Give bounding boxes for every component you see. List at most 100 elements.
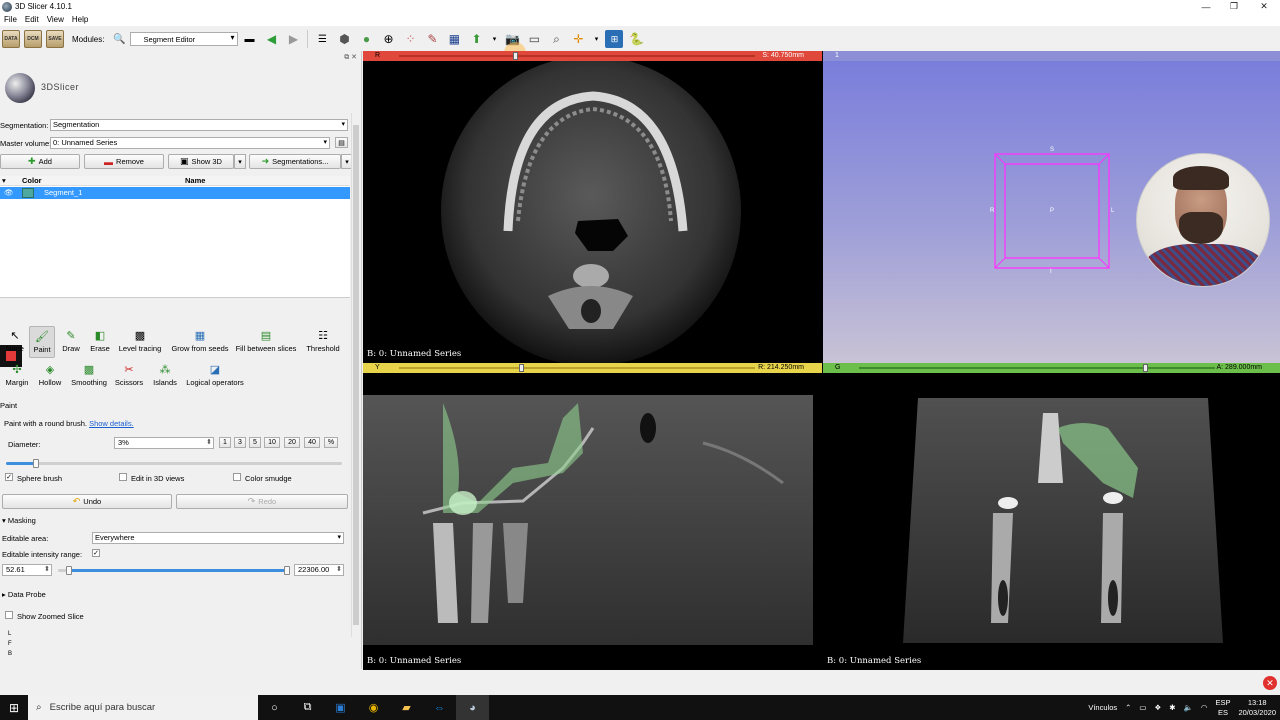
back-arrow-icon[interactable]: ◀ [262,30,280,48]
volume-icon[interactable]: 🔈 [1184,703,1193,712]
yellow-slice-slider[interactable] [399,367,755,369]
editor-module-icon[interactable]: ✎ [423,30,441,48]
transforms-module-icon[interactable]: ⊕ [379,30,397,48]
crosshair-dropdown-icon[interactable]: ⬆ [467,30,485,48]
add-segment-button[interactable]: ✚ Add [0,154,80,169]
data-probe-header[interactable]: ▸ Data Probe [2,590,46,599]
markups-module-icon[interactable]: ⁘ [401,30,419,48]
dropbox-icon[interactable]: ❖ [1155,703,1162,712]
edit-3d-checkbox[interactable] [119,473,127,481]
red-slice-slider[interactable] [399,55,755,57]
effect-threshold[interactable]: ☷ Threshold [303,326,343,358]
sphere-brush-checkbox[interactable]: ✓ [5,473,13,481]
effect-logical-operators[interactable]: ◪ Logical operators [185,360,245,392]
effect-hollow[interactable]: ◈ Hollow [36,360,64,392]
diameter-preset-10[interactable]: 10 [264,437,280,448]
panel-scrollbar-thumb[interactable] [353,125,359,625]
menu-file[interactable]: File [4,15,17,24]
wifi-icon[interactable]: ◠ [1201,703,1208,712]
load-data-button[interactable]: DATA [2,30,20,48]
color-smudge-checkbox[interactable] [233,473,241,481]
panel-scrollbar[interactable] [351,113,360,637]
effect-margin[interactable]: ✣ Margin [3,360,31,392]
cortana-icon[interactable]: ○ [258,695,291,720]
effect-smoothing[interactable]: ▩ Smoothing [69,360,109,392]
diameter-preset-1[interactable]: 1 [219,437,231,448]
effect-none[interactable]: ↖ None [3,326,27,358]
network-icon[interactable]: ▭ [1139,703,1146,712]
data-module-icon[interactable]: ☰ [313,30,331,48]
file-explorer-icon[interactable]: ▰ [390,695,423,720]
segmentations-button[interactable]: ➜ Segmentations... [249,154,341,169]
range-max-handle[interactable] [284,566,290,575]
show-3d-button[interactable]: ▣ Show 3D [168,154,234,169]
diameter-preset-5[interactable]: 5 [249,437,261,448]
models-module-icon[interactable]: ● [357,30,375,48]
show-3d-dropdown-chevron-icon[interactable]: ▾ [234,154,246,169]
minimize-button[interactable]: — [1191,0,1221,13]
green-slice-view[interactable]: B: 0: Unnamed Series [823,373,1280,670]
intensity-range-checkbox[interactable]: ✓ [92,549,100,557]
diameter-preset-3[interactable]: 3 [234,437,246,448]
red-slice-view[interactable]: B: 0: Unnamed Series [363,61,822,363]
red-slice-handle[interactable] [513,52,518,60]
menu-edit[interactable]: Edit [25,15,39,24]
scene-view-icon[interactable]: ▭ [525,30,543,48]
yellow-slice-controller[interactable]: Y R: 214.250mm [363,363,822,373]
save-button[interactable]: SAVE [46,30,64,48]
input-language[interactable]: ESP ES [1215,698,1230,718]
effect-scissors[interactable]: ✂ Scissors [114,360,144,392]
effect-grow-from-seeds[interactable]: ▦ Grow from seeds [169,326,231,358]
chevron-down-icon[interactable]: ▾ [591,30,601,48]
green-slice-handle[interactable] [1143,364,1148,372]
slicer-taskbar-icon[interactable]: ◕ [456,695,489,720]
effect-islands[interactable]: ⁂ Islands [150,360,180,392]
effect-fill-between-slices[interactable]: ▤ Fill between slices [234,326,298,358]
python-console-icon[interactable]: 🐍 [627,30,645,48]
undo-button[interactable]: ↶ Undo [2,494,172,509]
module-history-icon[interactable]: ▬ [240,30,258,48]
green-slice-slider[interactable] [859,367,1215,369]
green-slice-controller[interactable]: G A: 289.000mm [823,363,1280,373]
red-slice-controller[interactable]: R S: 40.750mm [363,51,822,61]
master-volume-selector[interactable]: 0: Unnamed Series [50,137,330,149]
eye-icon[interactable]: 👁 [4,188,14,197]
remove-segment-button[interactable]: ▬ Remove [84,154,164,169]
range-max-spinbox[interactable]: 22306.00 [294,564,344,576]
chevron-down-icon[interactable]: ▾ [489,30,499,48]
layout-icon[interactable]: ▦ [445,30,463,48]
close-button[interactable]: ✕ [1249,0,1279,13]
chevron-up-icon[interactable]: ⌃ [1125,703,1131,712]
teamviewer-icon[interactable]: ⇔ [423,695,456,720]
bluetooth-icon[interactable]: ✱ [1169,703,1175,712]
module-search-icon[interactable]: 🔍 [110,30,128,48]
diameter-preset-20[interactable]: 20 [284,437,300,448]
name-column-header[interactable]: Name [185,176,205,185]
collapse-arrow-icon[interactable]: ▾ [2,176,6,185]
diameter-slider-handle[interactable] [33,459,39,468]
diameter-spinbox[interactable]: 3% [114,437,214,449]
show-zoomed-checkbox[interactable] [5,611,13,619]
diameter-preset-40[interactable]: 40 [304,437,320,448]
diameter-percent-toggle[interactable]: % [324,437,338,448]
range-min-spinbox[interactable]: 52.61 [2,564,52,576]
range-min-handle[interactable] [66,566,72,575]
outlook-icon[interactable]: ▣ [324,695,357,720]
module-selector[interactable]: Segment Editor [130,32,239,46]
segmentation-selector[interactable]: Segmentation [50,119,348,131]
effect-paint[interactable]: 🖌 Paint [29,326,55,358]
effect-draw[interactable]: ✎ Draw [58,326,84,358]
mouse-mode-icon[interactable]: ✛ [569,30,587,48]
menu-help[interactable]: Help [72,15,88,24]
taskbar-clock[interactable]: 13:18 20/03/2020 [1238,698,1276,718]
notification-close-icon[interactable]: ✕ [1263,676,1277,690]
effect-level-tracing[interactable]: ▩ Level tracing [116,326,164,358]
table-row[interactable]: 👁 Segment_1 [0,187,350,199]
threed-view-controller[interactable]: 1 [823,51,1280,61]
volumes-module-icon[interactable]: ⬢ [335,30,353,48]
windows-start-icon[interactable]: ⊞ [0,695,28,720]
forward-arrow-icon[interactable]: ▶ [284,30,302,48]
menu-view[interactable]: View [47,15,64,24]
editable-area-selector[interactable]: Everywhere [92,532,344,544]
panel-float-icon[interactable]: ⧉ ✕ [344,53,357,62]
